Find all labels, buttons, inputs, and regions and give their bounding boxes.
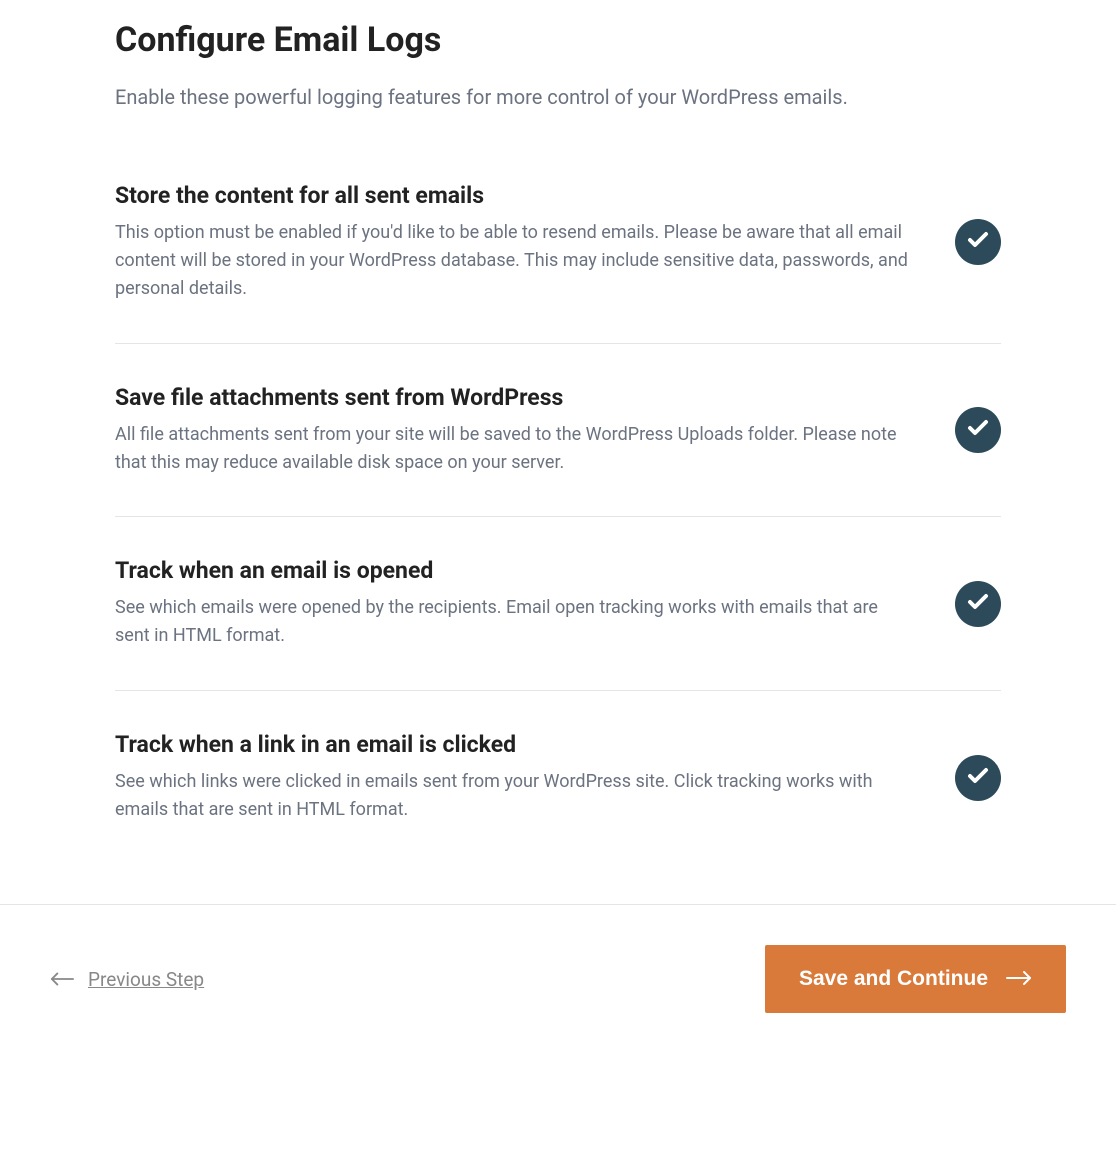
toggle-track-click[interactable] xyxy=(955,755,1001,801)
option-store-content: Store the content for all sent emails Th… xyxy=(115,182,1001,344)
arrow-right-icon xyxy=(1006,967,1032,991)
option-title: Store the content for all sent emails xyxy=(115,182,915,209)
toggle-store-content[interactable] xyxy=(955,219,1001,265)
check-icon xyxy=(966,416,990,444)
page-title: Configure Email Logs xyxy=(115,20,1001,60)
arrow-left-icon xyxy=(50,968,74,991)
option-desc: See which emails were opened by the reci… xyxy=(115,594,915,650)
toggle-track-open[interactable] xyxy=(955,581,1001,627)
check-icon xyxy=(966,764,990,792)
option-save-attachments: Save file attachments sent from WordPres… xyxy=(115,384,1001,518)
previous-step-link[interactable]: Previous Step xyxy=(50,968,204,991)
option-track-open: Track when an email is opened See which … xyxy=(115,557,1001,691)
save-continue-label: Save and Continue xyxy=(799,967,988,991)
option-desc: This option must be enabled if you'd lik… xyxy=(115,219,915,303)
check-icon xyxy=(966,590,990,618)
previous-step-label: Previous Step xyxy=(88,968,204,991)
option-track-click: Track when a link in an email is clicked… xyxy=(115,731,1001,864)
option-desc: All file attachments sent from your site… xyxy=(115,421,915,477)
option-title: Track when a link in an email is clicked xyxy=(115,731,915,758)
save-continue-button[interactable]: Save and Continue xyxy=(765,945,1066,1013)
check-icon xyxy=(966,228,990,256)
option-title: Track when an email is opened xyxy=(115,557,915,584)
option-title: Save file attachments sent from WordPres… xyxy=(115,384,915,411)
toggle-save-attachments[interactable] xyxy=(955,407,1001,453)
option-desc: See which links were clicked in emails s… xyxy=(115,768,915,824)
page-subtitle: Enable these powerful logging features f… xyxy=(115,82,1001,112)
footer: Previous Step Save and Continue xyxy=(0,904,1116,1063)
